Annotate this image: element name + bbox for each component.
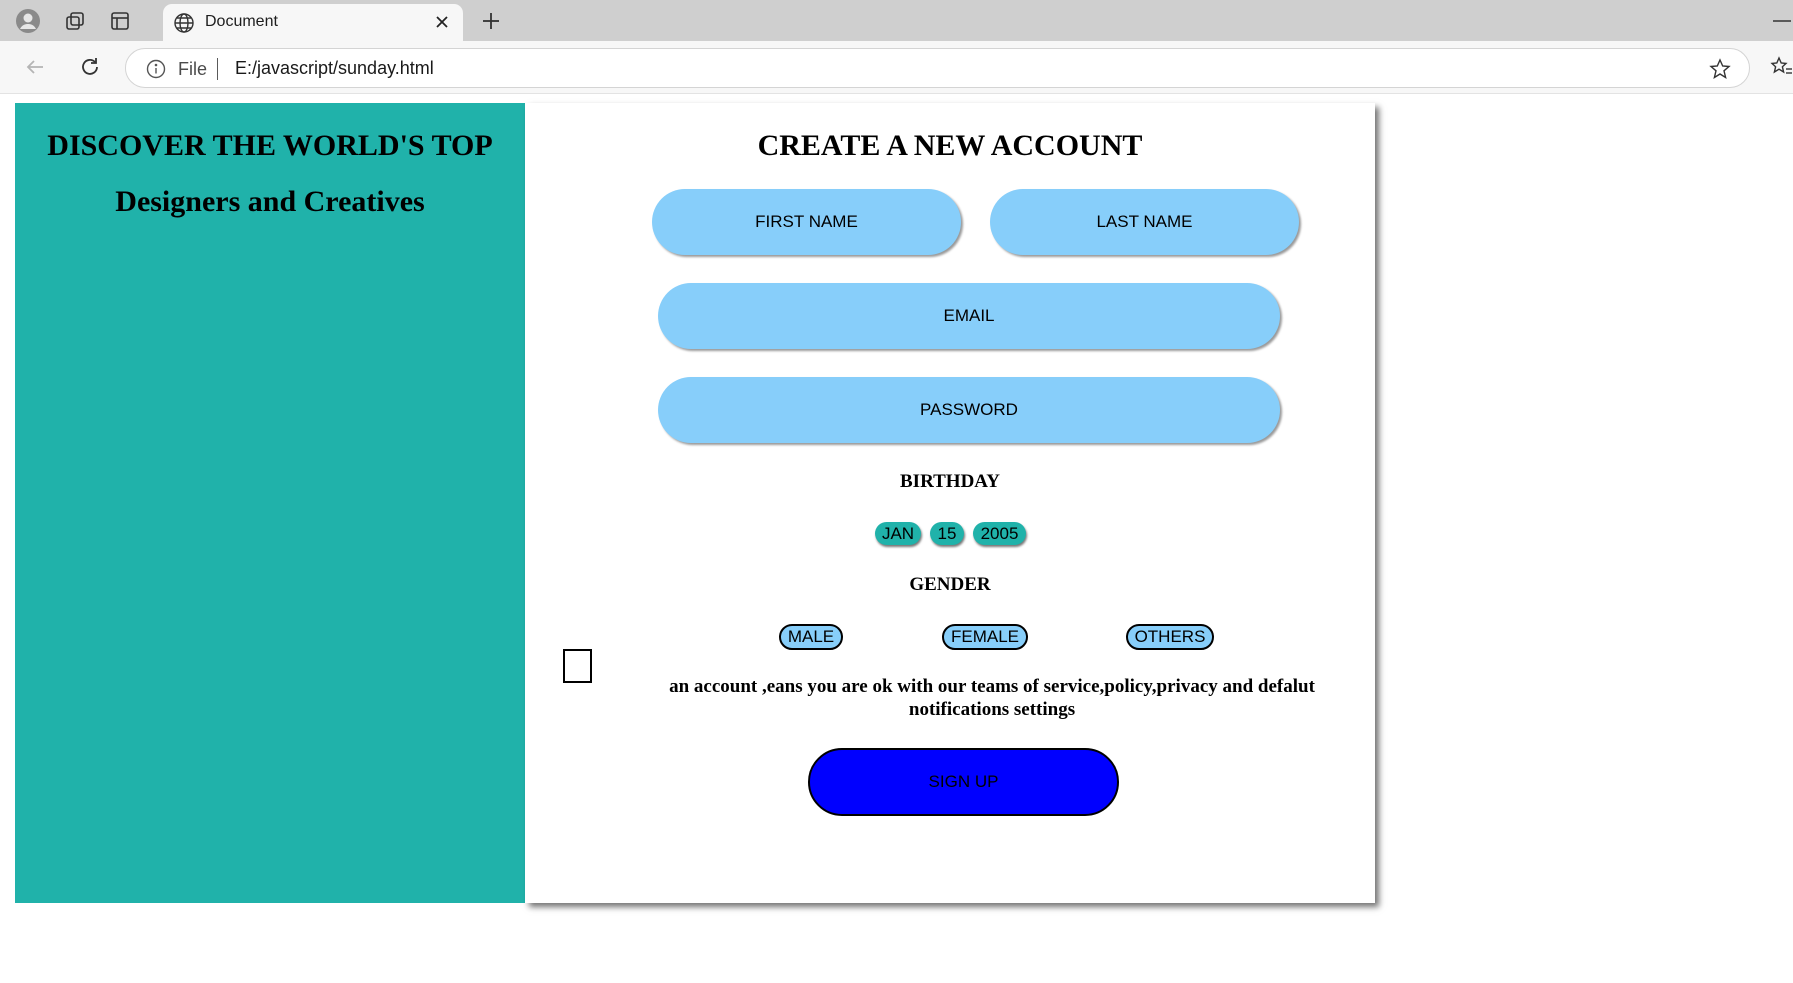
- address-prefix: File: [178, 59, 208, 79]
- browser-tab-strip: Document: [0, 0, 1793, 41]
- page-viewport: DISCOVER THE WORLD'S TOP Designers and C…: [0, 94, 1793, 983]
- form-title: CREATE A NEW ACCOUNT: [757, 129, 1143, 162]
- signup-form: CREATE A NEW ACCOUNT BIRTHDAY JAN 15 200…: [525, 103, 1375, 903]
- hero-heading: DISCOVER THE WORLD'S TOP: [47, 129, 493, 162]
- email-input[interactable]: [658, 283, 1280, 349]
- birthday-month-select[interactable]: JAN: [875, 522, 921, 545]
- browser-toolbar: File E:/javascript/sunday.html: [0, 41, 1793, 94]
- gender-male-button[interactable]: MALE: [779, 624, 843, 650]
- info-icon[interactable]: [146, 59, 166, 79]
- reload-icon[interactable]: [73, 50, 107, 84]
- favorite-star-icon[interactable]: [1709, 58, 1731, 80]
- address-divider: [217, 58, 218, 80]
- back-icon[interactable]: [18, 50, 52, 84]
- gender-others-button[interactable]: OTHERS: [1126, 624, 1214, 650]
- favorites-icon[interactable]: [1770, 56, 1792, 78]
- tab-title: Document: [205, 13, 278, 30]
- last-name-input[interactable]: [990, 189, 1299, 255]
- password-input[interactable]: [658, 377, 1280, 443]
- hero-panel: DISCOVER THE WORLD'S TOP Designers and C…: [15, 103, 525, 903]
- active-tab[interactable]: Document: [163, 4, 463, 41]
- gender-label: GENDER: [909, 574, 991, 595]
- workspaces-icon[interactable]: [57, 4, 93, 38]
- profile-icon[interactable]: [10, 4, 46, 38]
- birthday-year-select[interactable]: 2005: [973, 522, 1026, 545]
- signup-button[interactable]: SIGN UP: [808, 748, 1119, 816]
- minimize-icon[interactable]: [1767, 8, 1793, 34]
- gender-female-button[interactable]: FEMALE: [942, 624, 1028, 650]
- birthday-label: BIRTHDAY: [900, 471, 1000, 492]
- globe-icon: [174, 13, 194, 33]
- terms-checkbox[interactable]: [563, 649, 592, 683]
- terms-text: an account ,eans you are ok with our tea…: [669, 676, 1315, 720]
- new-tab-icon[interactable]: [476, 7, 506, 35]
- hero-subheading: Designers and Creatives: [115, 185, 425, 218]
- first-name-input[interactable]: [652, 189, 961, 255]
- url-text[interactable]: E:/javascript/sunday.html: [235, 58, 434, 79]
- close-icon[interactable]: [433, 13, 451, 31]
- vertical-tabs-icon[interactable]: [102, 4, 138, 38]
- address-bar[interactable]: File E:/javascript/sunday.html: [125, 48, 1750, 88]
- birthday-day-select[interactable]: 15: [930, 522, 964, 545]
